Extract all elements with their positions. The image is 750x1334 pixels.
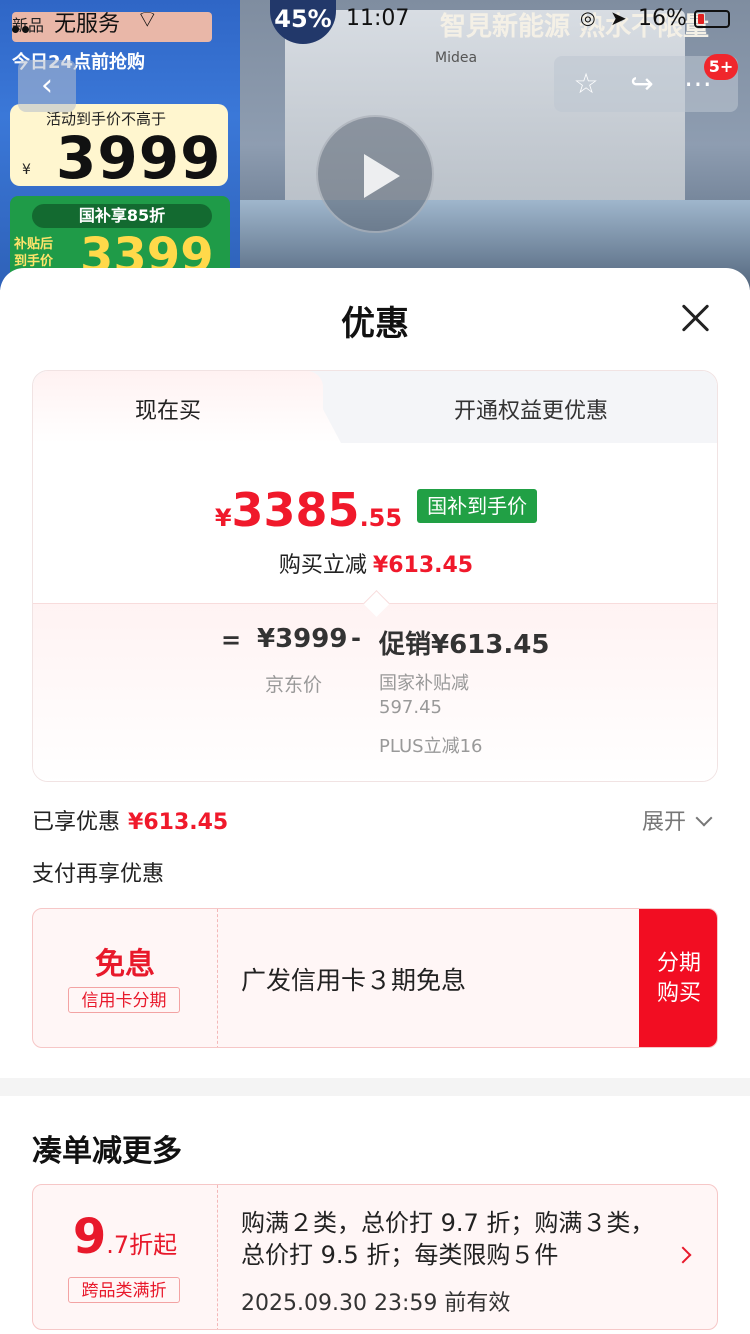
bundle-discount-number: 9	[72, 1209, 107, 1265]
minus-sign: -	[351, 624, 361, 652]
enjoyed-discount-label: 已享优惠	[32, 810, 121, 835]
installment-offer-badge: 免息 信用卡分期	[33, 909, 218, 1047]
battery-percent: 16%	[638, 6, 687, 31]
discount-sheet: 优惠 现在买 开通权益更优惠 ¥3385.55 国补到手价 购买立减 ¥613.4…	[0, 268, 750, 1334]
tab-buy-now-label[interactable]: 现在买	[33, 393, 303, 425]
final-price-currency: ¥	[214, 504, 232, 532]
final-price-integer: 3385	[231, 483, 360, 537]
location-icon: ➤	[610, 6, 627, 30]
expand-button[interactable]: 展开	[642, 804, 713, 836]
chevron-left-icon: ‹	[41, 68, 53, 103]
chevron-down-icon	[695, 809, 713, 827]
orientation-lock-icon: ◎	[580, 8, 596, 29]
bundle-offer-expiry: 2025.09.30 23:59 前有效	[241, 1291, 511, 1316]
installment-offer-card[interactable]: 免息 信用卡分期 广发信用卡３期免息 分期 购买	[32, 908, 718, 1048]
instant-save-row: 购买立减 ¥613.45	[33, 547, 717, 579]
play-video-icon[interactable]	[316, 115, 434, 233]
price-card: 现在买 开通权益更优惠 ¥3385.55 国补到手价 购买立减 ¥613.45 =…	[32, 370, 718, 782]
brand-logo: Midea	[435, 50, 478, 66]
promo-price-box: 活动到手价不高于 ¥ 3999	[10, 104, 228, 192]
installment-buy-line2: 购买	[656, 981, 701, 1006]
bundle-offer-card[interactable]: 9.7折起 跨品类满折 购满２类，总价打 9.7 折；购满３类，总价打 9.5 …	[32, 1184, 718, 1330]
close-icon[interactable]	[676, 298, 716, 338]
favorite-star-icon[interactable]: ☆	[568, 66, 604, 102]
enjoyed-discount-amount: ¥613.45	[128, 810, 229, 835]
credit-installment-tag: 信用卡分期	[68, 987, 180, 1013]
breakdown-notch	[363, 590, 390, 617]
bundle-offer-desc: 购满２类，总价打 9.7 折；购满３类，总价打 9.5 折；每类限购５件	[241, 1209, 655, 1269]
promo-discount: 促销¥613.45	[379, 630, 550, 660]
installment-buy-line1: 分期	[656, 951, 701, 976]
promo-banner: 新品 今日24点前抢购 活动到手价不高于 ¥ 3999 国补享85折 补贴后到手…	[0, 0, 240, 290]
final-price-decimal: .55	[359, 504, 403, 532]
share-icon[interactable]: ↪	[624, 66, 660, 102]
product-gallery[interactable]: 新品 今日24点前抢购 活动到手价不高于 ¥ 3999 国补享85折 补贴后到手…	[0, 0, 750, 290]
price-breakdown: = ¥3999 - 促销¥613.45 京东价 国家补贴减 597.45 PLU…	[33, 590, 717, 781]
status-bar: 无服务 ⌔ 11:07 ◎ ➤ 16%	[0, 0, 750, 40]
pay-offers-title: 支付再享优惠	[32, 862, 165, 887]
bundle-offer-badge: 9.7折起 跨品类满折	[33, 1185, 218, 1329]
signal-icon	[12, 18, 34, 33]
plus-discount-detail: PLUS立减16	[379, 736, 483, 757]
carrier-text: 无服务	[54, 12, 121, 37]
sheet-title: 优惠	[341, 304, 409, 344]
chevron-right-icon	[674, 1246, 692, 1264]
battery-icon	[694, 10, 730, 28]
gov-subsidy-detail-amount: 597.45	[379, 697, 442, 718]
notification-badge: 5+	[704, 54, 738, 80]
gov-subsidy-label: 国补享85折	[32, 204, 212, 228]
bundle-discount: 9.7折起	[33, 1209, 217, 1265]
installment-buy-button[interactable]: 分期 购买	[639, 909, 717, 1047]
gov-price-tag: 国补到手价	[417, 489, 538, 523]
enjoyed-discount: 已享优惠 ¥613.45	[32, 804, 228, 836]
tab-membership[interactable]: 开通权益更优惠	[343, 393, 717, 425]
back-button[interactable]: ‹	[18, 60, 76, 112]
instant-save-label: 购买立减	[278, 553, 367, 578]
jd-price: ¥3999	[257, 624, 348, 654]
expand-label: 展开	[642, 810, 687, 835]
final-price: ¥3385.55	[215, 483, 402, 537]
equals-sign: =	[221, 626, 242, 654]
section-divider	[0, 1078, 750, 1096]
wifi-icon: ⌔	[136, 5, 159, 33]
clock: 11:07	[346, 6, 410, 31]
jd-price-label: 京东价	[265, 674, 323, 696]
gov-subsidy-detail-label: 国家补贴减	[379, 673, 469, 694]
subsidy-price-label: 补贴后到手价	[14, 237, 54, 269]
cross-category-tag: 跨品类满折	[68, 1277, 180, 1303]
gov-subsidy-detail: 国家补贴减 597.45	[379, 672, 469, 720]
bundle-discount-suffix: .7折起	[106, 1231, 178, 1259]
promo-price-currency: ¥	[22, 162, 31, 178]
installment-offer-desc: 广发信用卡３期免息	[241, 966, 467, 995]
interest-free-label: 免息	[95, 947, 155, 982]
final-price-row: ¥3385.55 国补到手价	[33, 483, 717, 537]
bundle-offers-title: 凑单减更多	[32, 1134, 182, 1169]
instant-save-amount: ¥613.45	[372, 553, 474, 578]
promo-price-value: 3999	[56, 124, 222, 192]
